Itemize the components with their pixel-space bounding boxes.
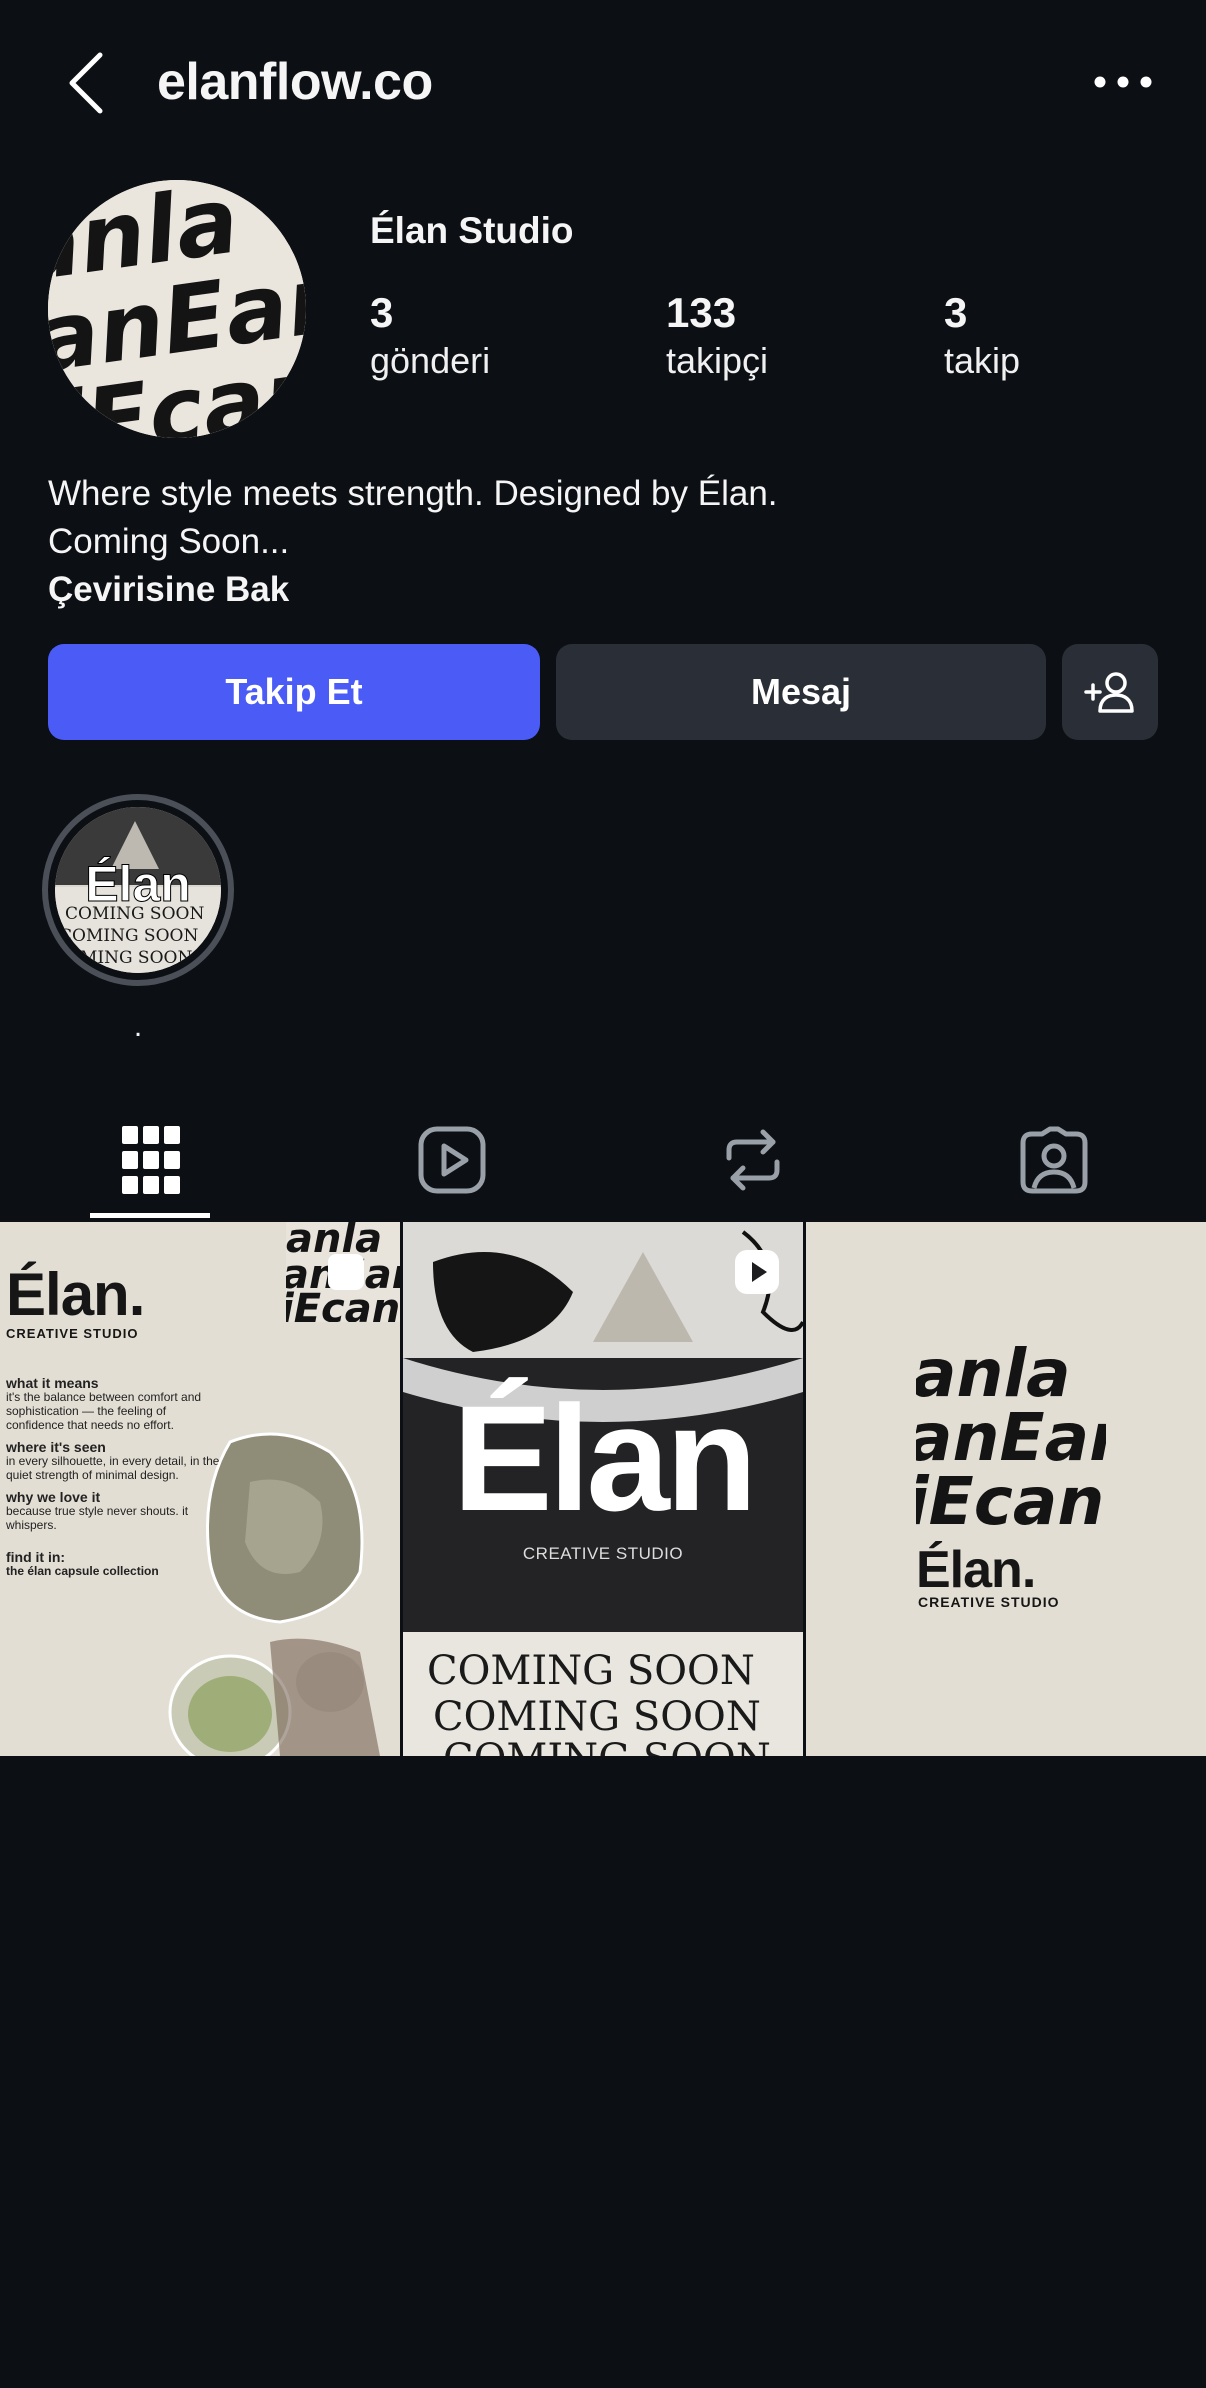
post-tile[interactable]: COMING SOON COMING SOON COMING SOON Élan…: [403, 1222, 803, 1756]
tab-reels[interactable]: [301, 1100, 602, 1220]
reel-icon: [735, 1250, 779, 1294]
post-photo-image: [168, 1432, 380, 1756]
highlight-cover-subtext: COMING SOON: [55, 948, 192, 968]
stat-following-label: takip: [944, 340, 1021, 381]
grid-icon: [121, 1126, 180, 1194]
message-button[interactable]: Mesaj: [556, 644, 1046, 740]
profile-bio: Where style meets strength. Designed by …: [48, 470, 778, 614]
reels-icon: [418, 1126, 485, 1194]
back-button[interactable]: [56, 48, 116, 118]
profile-avatar[interactable]: anla anEan iEcan: [48, 180, 306, 438]
stat-posts[interactable]: 3 gönderi: [370, 288, 490, 384]
tab-posts[interactable]: [0, 1100, 301, 1220]
highlight-title: .: [133, 1010, 143, 1043]
stat-posts-label: gönderi: [370, 340, 491, 381]
stat-followers-count: 133: [666, 289, 737, 336]
posts-grid: anla anEan iEcan Élan. CREATIVE STUDIO w…: [0, 1222, 1206, 1756]
post-brand: Élan.: [916, 1541, 1036, 1599]
carousel-icon: [328, 1254, 364, 1290]
highlight-cover-text: Élan: [85, 856, 191, 912]
active-tab-indicator: [90, 1213, 210, 1218]
more-icon: [1094, 76, 1152, 88]
post-overlay-text: COMING SOON: [443, 1736, 771, 1756]
suggested-users-button[interactable]: [1062, 644, 1158, 740]
post-subtitle: CREATIVE STUDIO: [6, 1326, 139, 1341]
stat-followers[interactable]: 133 takipçi: [666, 288, 768, 384]
stat-following[interactable]: 3 takip: [944, 288, 1020, 384]
bio-line: Coming Soon...: [48, 522, 290, 561]
post-brand: Élan.: [6, 1261, 145, 1328]
story-highlight[interactable]: COMING SOON COMING SOON COMING SOON Élan: [42, 794, 234, 986]
post-pattern-image: anla anEan iEcan: [916, 1336, 1106, 1530]
bio-line: Where style meets strength. Designed by …: [48, 474, 778, 513]
highlight-cover-subtext: COMING SOON: [59, 926, 198, 946]
add-user-icon: [1084, 672, 1134, 713]
post-body: the élan capsule collection: [6, 1564, 159, 1578]
post-tile[interactable]: anla anEan iEcan Élan. CREATIVE STUDIO w…: [0, 1222, 400, 1756]
tagged-icon: [1020, 1126, 1087, 1194]
post-overlay-text: COMING SOON: [427, 1648, 755, 1694]
post-brand: Élan: [452, 1374, 758, 1542]
reposts-icon: [726, 1129, 779, 1191]
post-subtitle: CREATIVE STUDIO: [918, 1594, 1060, 1610]
stat-following-count: 3: [944, 289, 968, 336]
profile-tabs: [0, 1100, 1206, 1220]
tab-reposts[interactable]: [602, 1100, 903, 1220]
tab-tagged[interactable]: [903, 1100, 1204, 1220]
highlight-cover: COMING SOON COMING SOON COMING SOON Élan: [55, 807, 221, 973]
post-heading: what it means: [6, 1375, 99, 1391]
post-subtitle: CREATIVE STUDIO: [522, 1544, 684, 1563]
avatar-pattern-image: anla anEan iEcan: [48, 180, 306, 438]
post-tile[interactable]: anla anEan iEcan Élan. CREATIVE STUDIO: [806, 1222, 1206, 1756]
post-overlay-text: COMING SOON: [433, 1694, 761, 1740]
stat-posts-count: 3: [370, 289, 394, 336]
follow-button[interactable]: Takip Et: [48, 644, 540, 740]
chevron-left-icon: [69, 52, 103, 114]
profile-handle: elanflow.co: [157, 53, 433, 111]
highlight-cover-image: COMING SOON COMING SOON COMING SOON Élan: [55, 807, 221, 973]
more-options-button[interactable]: [1090, 60, 1156, 104]
see-translation-link[interactable]: Çevirisine Bak: [48, 566, 778, 614]
profile-header: elanflow.co: [0, 0, 1206, 165]
stat-followers-label: takipçi: [666, 340, 769, 381]
display-name: Élan Studio: [370, 210, 574, 251]
svg-text:iEcan: iEcan: [916, 1463, 1104, 1530]
